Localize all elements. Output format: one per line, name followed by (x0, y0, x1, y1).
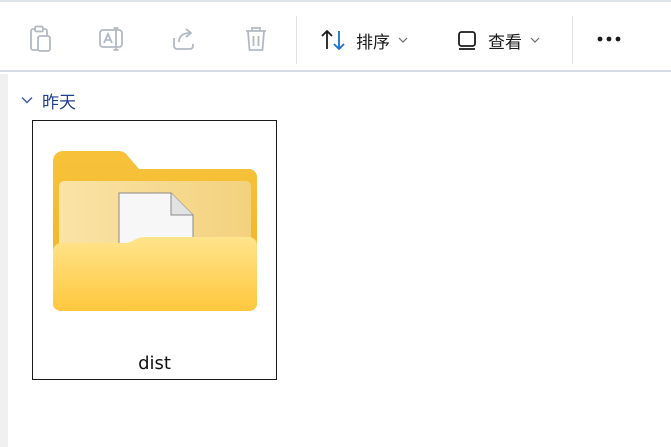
rename-icon (99, 27, 123, 51)
chevron-down-icon (21, 97, 33, 104)
group-label: 昨天 (42, 92, 76, 113)
delete-button[interactable] (239, 22, 273, 56)
view-icon (458, 31, 476, 50)
navigation-pane-edge (0, 74, 8, 447)
sort-label: 排序 (356, 32, 390, 53)
group-header-yesterday[interactable]: 昨天 (20, 88, 76, 113)
folder-item-dist[interactable]: dist (32, 120, 277, 380)
share-icon (173, 28, 194, 50)
more-button[interactable] (592, 22, 626, 56)
command-bar: 排序 查看 (0, 2, 671, 72)
clipboard-icon (30, 25, 51, 52)
chevron-down-icon (398, 37, 408, 43)
chevron-down-icon (530, 37, 540, 43)
sort-button[interactable]: 排序 (320, 22, 408, 58)
toolbar-separator (296, 16, 297, 64)
folder-icon (53, 151, 257, 312)
share-button[interactable] (167, 22, 201, 56)
view-button[interactable]: 查看 (456, 22, 540, 58)
rename-button[interactable] (95, 22, 129, 56)
item-name: dist (138, 353, 171, 374)
view-label: 查看 (488, 32, 522, 53)
paste-button[interactable] (23, 22, 57, 56)
trash-icon (246, 27, 266, 51)
sort-icon (321, 30, 345, 50)
more-icon (597, 36, 621, 42)
toolbar-separator (572, 16, 573, 64)
